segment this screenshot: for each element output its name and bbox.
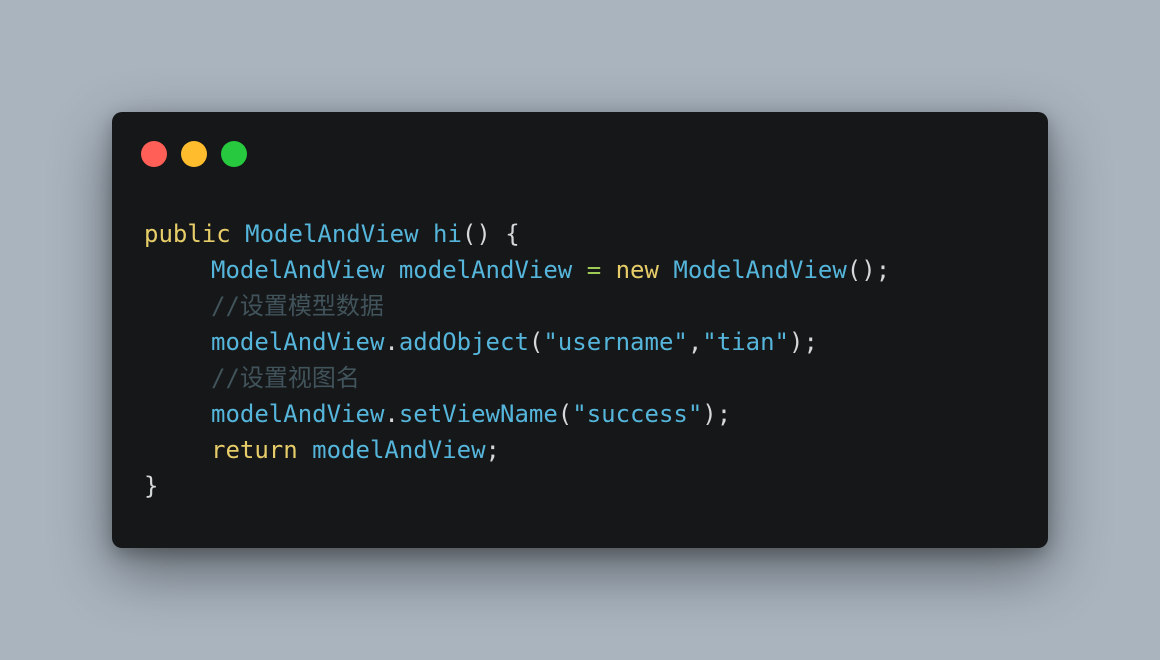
code-token: ModelAndView <box>245 220 419 248</box>
code-token: ); <box>702 400 732 428</box>
code-token: . <box>384 328 399 356</box>
code-token: modelAndView <box>312 436 486 464</box>
code-token: modelAndView <box>211 328 385 356</box>
code-line: //设置视图名 <box>144 360 890 396</box>
code-token: = <box>586 256 602 284</box>
code-token: ( <box>528 328 544 356</box>
code-token: "success" <box>572 400 703 428</box>
code-token: hi <box>433 220 462 248</box>
code-token: ( <box>557 400 573 428</box>
code-token: return <box>211 436 298 464</box>
close-button[interactable] <box>141 141 167 167</box>
code-token: modelAndView <box>398 256 573 284</box>
code-token: modelAndView <box>211 400 385 428</box>
code-token: public <box>144 220 231 248</box>
code-line: ModelAndView modelAndView = new ModelAnd… <box>144 252 890 288</box>
code-token: ); <box>789 328 818 356</box>
code-window: public ModelAndView hi() {ModelAndView m… <box>112 112 1048 548</box>
code-line: } <box>144 468 890 504</box>
code-token: //设置视图名 <box>211 364 360 392</box>
code-token: ModelAndView <box>673 256 847 284</box>
code-token: } <box>144 472 159 500</box>
code-token: ; <box>485 436 500 464</box>
code-token: //设置模型数据 <box>211 292 384 320</box>
code-line: modelAndView.setViewName("success"); <box>144 396 890 432</box>
code-line: return modelAndView; <box>144 432 890 468</box>
code-token: "username" <box>543 328 688 356</box>
code-token: . <box>384 400 399 428</box>
code-token: () { <box>461 220 520 248</box>
window-controls <box>141 141 247 167</box>
code-line: //设置模型数据 <box>144 288 890 324</box>
code-token: ModelAndView <box>211 256 385 284</box>
zoom-button[interactable] <box>221 141 247 167</box>
code-token: new <box>615 256 659 284</box>
code-token: "tian" <box>702 328 789 356</box>
minimize-button[interactable] <box>181 141 207 167</box>
code-token: , <box>687 328 703 356</box>
code-token: addObject <box>398 328 529 356</box>
code-line: modelAndView.addObject("username","tian"… <box>144 324 890 360</box>
code-block: public ModelAndView hi() {ModelAndView m… <box>144 216 890 504</box>
code-token: setViewName <box>398 400 558 428</box>
code-token: (); <box>846 256 891 284</box>
code-line: public ModelAndView hi() { <box>144 216 890 252</box>
